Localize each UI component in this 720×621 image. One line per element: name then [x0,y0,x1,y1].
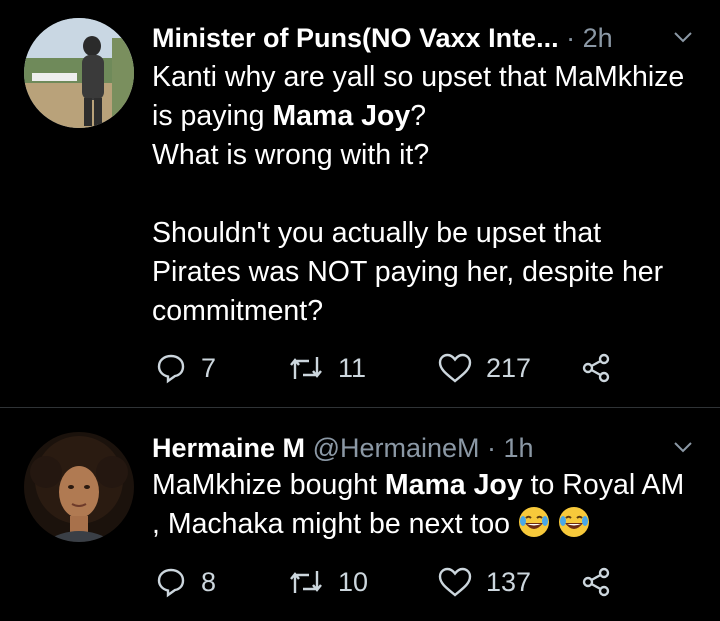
heart-icon [438,353,472,383]
separator-dot: · [479,433,504,463]
heart-icon [438,567,472,597]
chevron-down-icon[interactable] [672,436,694,458]
share-button[interactable] [580,564,626,600]
retweet-button[interactable]: 11 [288,350,366,386]
tweet-text-part: MaMkhize bought [152,469,385,501]
like-count: 217 [486,352,532,383]
reply-count: 8 [201,566,217,597]
display-name[interactable]: Hermaine M [152,433,305,463]
tweet[interactable]: Minister of Puns(NO Vaxx Inte... · 2h Ka… [0,0,720,407]
tweet-text: Kanti why are yall so upset that MaMkhiz… [152,58,696,331]
retweet-icon [290,357,322,379]
share-icon [582,567,610,597]
retweet-icon [290,571,322,593]
display-name[interactable]: Minister of Puns(NO Vaxx Inte... [152,23,559,53]
retweet-count: 10 [338,566,369,597]
handle[interactable]: @HermaineM [313,433,480,463]
separator-dot: · [566,23,583,53]
avatar[interactable] [24,432,134,542]
tweet-actions: 7 11 217 [155,350,635,386]
tweet-text-bold: Mama Joy [384,469,523,501]
face-with-tears-of-joy-icon [519,507,550,537]
tweet-header: Hermaine M @HermaineM · 1h [152,431,680,465]
reply-button[interactable]: 7 [155,350,216,386]
like-button[interactable]: 217 [438,350,531,386]
tweet[interactable]: Hermaine M @HermaineM · 1h MaMkhize boug… [0,408,720,621]
tweet-header: Minister of Puns(NO Vaxx Inte... · 2h [152,21,680,55]
tweet-text-bold: Mama Joy [272,100,411,132]
retweet-count: 11 [338,352,367,383]
tweet-text: MaMkhize bought Mama Joy to Royal AM , M… [152,466,696,544]
like-button[interactable]: 137 [438,564,531,600]
retweet-button[interactable]: 10 [288,564,368,600]
like-count: 137 [486,566,532,597]
reply-icon [157,568,185,598]
timestamp[interactable]: 2h [583,23,613,53]
tweet-actions: 8 10 137 [155,564,635,600]
reply-button[interactable]: 8 [155,564,216,600]
timestamp[interactable]: 1h [504,433,534,463]
reply-count: 7 [201,352,217,383]
face-with-tears-of-joy-icon [559,507,590,537]
reply-icon [157,354,185,384]
share-button[interactable] [580,350,626,386]
chevron-down-icon[interactable] [672,26,694,48]
tweet-text-part: ? What is wrong with it? Shouldn't you a… [152,100,664,327]
avatar[interactable] [24,18,134,128]
share-icon [582,353,610,383]
